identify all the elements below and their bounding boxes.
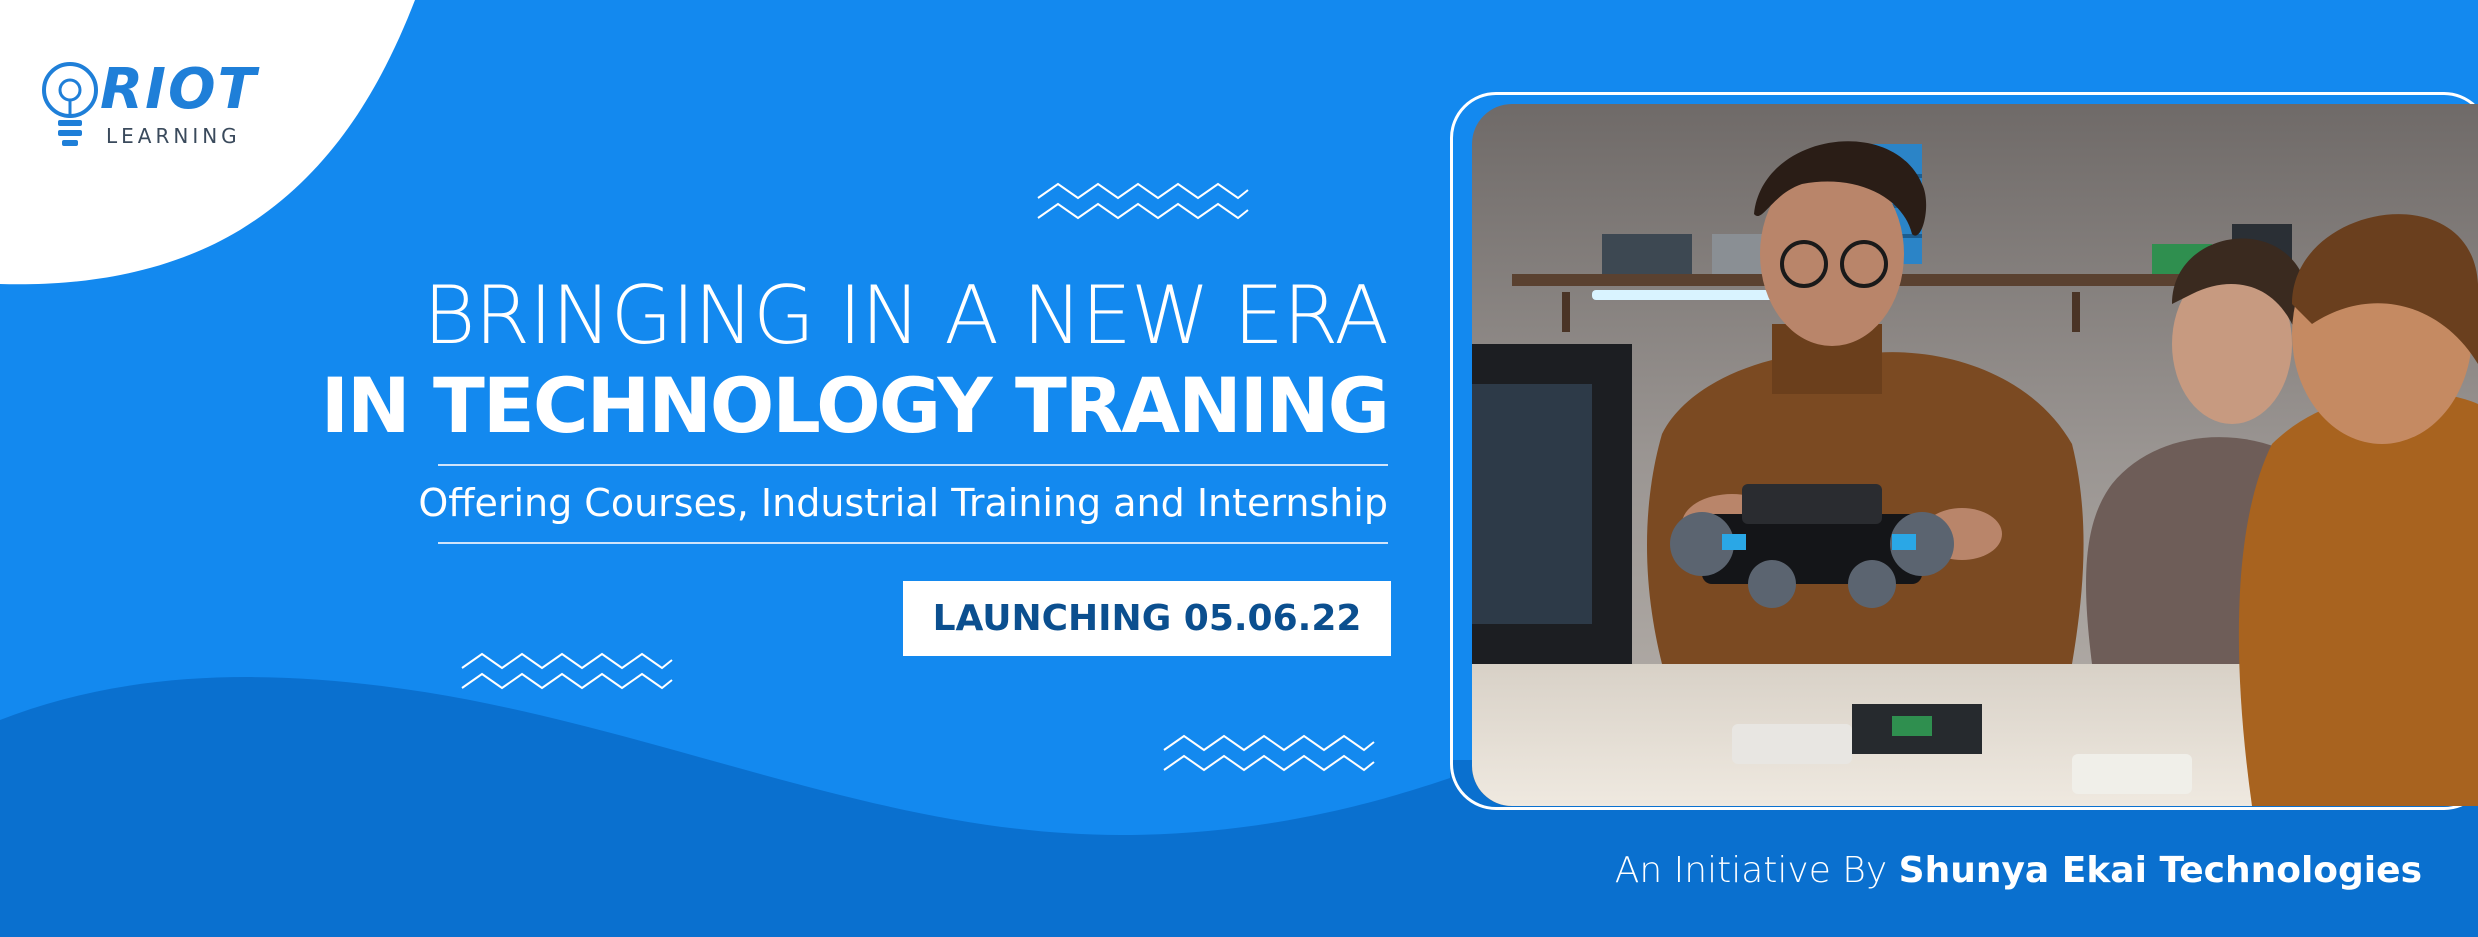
logo-name: RIOT <box>100 57 258 122</box>
hero-photo <box>1472 104 2478 806</box>
headline-line-2: IN TECHNOLOGY TRANING <box>320 361 1390 450</box>
riot-learning-logo[interactable]: RIOT LEARNING <box>40 56 280 156</box>
headline-line-1: BRINGING IN A NEW ERA <box>423 269 1389 362</box>
footer-company[interactable]: Shunya Ekai Technologies <box>1899 850 2422 891</box>
zigzag-icon <box>1163 734 1375 772</box>
hero-subtitle: Offering Courses, Industrial Training an… <box>418 481 1388 525</box>
footer-prefix: An Initiative By <box>1614 850 1888 891</box>
launch-date-button[interactable]: LAUNCHING 05.06.22 <box>903 581 1391 656</box>
zigzag-icon <box>1037 182 1249 220</box>
footer-initiative: An Initiative By Shunya Ekai Technologie… <box>1615 846 2422 896</box>
divider-bottom <box>438 542 1388 544</box>
hero-headline: BRINGING IN A NEW ERA IN TECHNOLOGY TRAN… <box>320 269 1390 452</box>
robotics-classroom-photo <box>1472 104 2478 806</box>
lightbulb-icon <box>42 62 98 146</box>
logo-subtitle: LEARNING <box>106 124 241 148</box>
zigzag-icon <box>461 652 673 690</box>
launch-date-label: LAUNCHING 05.06.22 <box>932 598 1362 639</box>
divider-top <box>438 464 1388 466</box>
